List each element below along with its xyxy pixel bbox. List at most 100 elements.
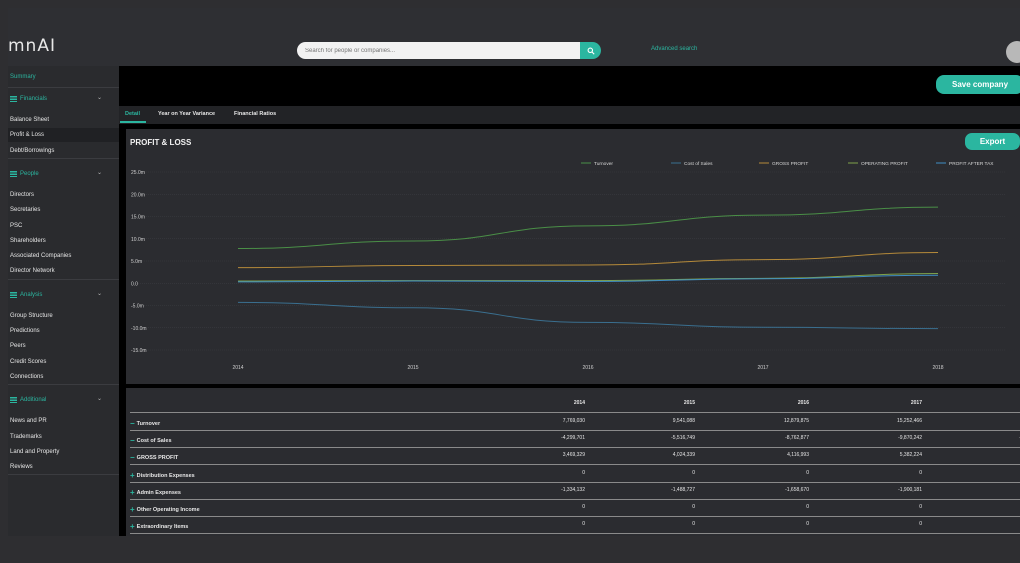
table-cell: 5,382,224 — [899, 452, 922, 459]
table-row[interactable]: + Admin Expenses -1,334,132 -1,488,727 -1,65… — [130, 482, 1020, 500]
table-cell: -10,161,072 — [986, 435, 1020, 441]
x-tick-label: 2016 — [582, 365, 593, 371]
save-company-button[interactable]: Save company — [936, 75, 1020, 94]
collapse-icon[interactable]: − — [130, 419, 135, 428]
sidebar-section-label: People — [20, 170, 39, 177]
collapse-icon[interactable]: − — [130, 436, 135, 445]
y-tick-label: -5.0m — [131, 304, 144, 310]
series-line-gross-profit — [237, 252, 939, 269]
table-cell: 0 — [582, 469, 585, 476]
sidebar-item-credit-scores[interactable]: Credit Scores — [10, 359, 46, 365]
row-label: − GROSS PROFIT — [130, 452, 178, 462]
table-cell: 0 — [582, 521, 585, 528]
sidebar-item-debt-borrowings[interactable]: Debt/Borrowings — [10, 148, 54, 154]
expand-icon[interactable]: + — [130, 471, 135, 480]
table-year-header: 2018 — [986, 400, 1020, 406]
row-label-text: Admin Expenses — [136, 489, 181, 496]
chevron-down-icon[interactable]: ⌄ — [97, 169, 102, 176]
sidebar-item-associated-companies[interactable]: Associated Companies — [10, 253, 71, 259]
y-tick-label: -10.0m — [131, 326, 147, 332]
table-cell: 17,083,492 — [986, 418, 1020, 424]
sidebar-item-directors[interactable]: Directors — [10, 192, 34, 198]
sidebar-divider — [8, 278, 119, 280]
sidebar-section-label: Analysis — [20, 291, 43, 298]
row-label-text: Distribution Expenses — [136, 472, 195, 479]
table-year-header: 2014 — [573, 400, 585, 406]
app-logo[interactable]: mnAI — [8, 36, 56, 56]
table-cell: -4,299,701 — [561, 435, 585, 442]
table-header-row: 2014 2015 2016 2017 2018 — [130, 395, 1020, 413]
search-bar — [297, 42, 603, 59]
sidebar-item-connections[interactable]: Connections — [10, 374, 43, 380]
table-cell: 4,024,339 — [672, 452, 695, 459]
table-row[interactable]: +Extraordinary Items 0 0 0 0 0 — [130, 516, 1020, 535]
sidebar-divider — [8, 384, 119, 386]
expand-icon[interactable]: + — [130, 505, 135, 514]
chevron-down-icon[interactable]: ⌄ — [97, 94, 102, 101]
sidebar-item-trademarks[interactable]: Trademarks — [10, 434, 42, 440]
expand-icon[interactable]: + — [130, 522, 135, 531]
sidebar-item-psc[interactable]: PSC — [10, 223, 22, 229]
search-input[interactable] — [297, 42, 580, 59]
sidebar-item-peers[interactable]: Peers — [10, 343, 26, 349]
expand-icon[interactable]: + — [130, 488, 135, 497]
x-tick-label: 2015 — [407, 365, 418, 371]
sidebar-item-profit-loss[interactable]: Profit & Loss — [10, 132, 44, 138]
legend-label: GROSS PROFIT — [772, 161, 808, 167]
company-header — [119, 66, 1020, 106]
advanced-search-link[interactable]: Advanced search — [651, 46, 697, 52]
list-icon — [10, 397, 17, 404]
table-row[interactable]: − Cost of Sales -4,299,701 -5,516,749 -8,762… — [130, 430, 1020, 449]
row-label: + Extraordinary Items — [130, 521, 188, 531]
list-icon — [10, 96, 17, 102]
sidebar-section-label: Additional — [20, 397, 47, 404]
sidebar-item-news-and-pr[interactable]: News and PR — [10, 418, 47, 424]
tab-detail[interactable]: Detail — [125, 111, 140, 117]
search-button[interactable] — [580, 42, 601, 59]
sidebar-item-balance-sheet[interactable]: Balance Sheet — [10, 117, 49, 123]
sidebar-item-shareholders[interactable]: Shareholders — [10, 238, 46, 244]
sidebar-item-land-and-property[interactable]: Land and Property — [10, 449, 59, 455]
table-year-header: 2015 — [683, 400, 695, 406]
active-tab-indicator — [120, 121, 146, 123]
sidebar-summary-label: Summary — [10, 74, 36, 80]
export-button[interactable]: Export — [965, 133, 1020, 150]
table-cell: -1,658,670 — [785, 486, 809, 493]
sidebar-section-analysis[interactable]: Analysis — [10, 291, 43, 298]
chevron-down-icon[interactable]: ⌄ — [97, 395, 102, 402]
legend-label: PROFIT AFTER TAX — [949, 161, 994, 167]
table-row[interactable]: − GROSS PROFIT 3,469,329 4,024,339 4,116,993… — [130, 447, 1020, 466]
row-label-text: Cost of Sales — [136, 438, 172, 445]
table-cell: 0 — [919, 504, 922, 510]
sidebar-item-reviews[interactable]: Reviews — [10, 464, 33, 470]
y-tick-label: 0.0 — [131, 281, 138, 287]
table-row[interactable]: − Turnover 7,769,030 9,541,088 12,879,875 15,… — [130, 413, 1020, 431]
x-tick-label: 2014 — [232, 365, 243, 371]
sidebar-item-group-structure[interactable]: Group Structure — [10, 313, 53, 319]
row-label: + Distribution Expenses — [130, 470, 195, 480]
table-cell: 15,252,466 — [896, 418, 922, 424]
sidebar-item-secretaries[interactable]: Secretaries — [10, 207, 40, 213]
y-tick-label: 25.0m — [131, 170, 145, 176]
chevron-down-icon[interactable]: ⌄ — [97, 290, 102, 297]
sidebar-section-people[interactable]: People — [10, 170, 39, 177]
sidebar-item-summary[interactable]: Summary — [10, 74, 36, 80]
table-cell: -2,025,151 — [986, 487, 1020, 493]
sidebar-section-additional[interactable]: Additional — [10, 397, 47, 404]
row-label-text: Turnover — [136, 421, 161, 427]
series-line-turnover — [237, 206, 939, 250]
tab-year-on-year-variance[interactable]: Year on Year Variance — [158, 111, 215, 117]
collapse-icon[interactable]: − — [130, 453, 135, 462]
sidebar-section-financials[interactable]: Financials — [10, 96, 47, 102]
row-label: − Cost of Sales — [130, 435, 172, 445]
sidebar-item-predictions[interactable]: Predictions — [10, 328, 40, 334]
row-label-text: Other Operating Income — [136, 507, 200, 513]
table-row[interactable]: +Other Operating Income 0 0 0 0 0 — [130, 499, 1020, 517]
sidebar-item-director-network[interactable]: Director Network — [10, 268, 55, 274]
sidebar-divider — [8, 474, 119, 476]
tab-financial-ratios[interactable]: Financial Ratios — [234, 111, 276, 117]
series-line-cost-of-sales — [237, 301, 939, 330]
table-row[interactable]: +Distribution Expenses 0 0 0 0 0 — [130, 465, 1020, 483]
table-cell: 0 — [692, 469, 695, 476]
table-cell: 0 — [582, 504, 585, 510]
